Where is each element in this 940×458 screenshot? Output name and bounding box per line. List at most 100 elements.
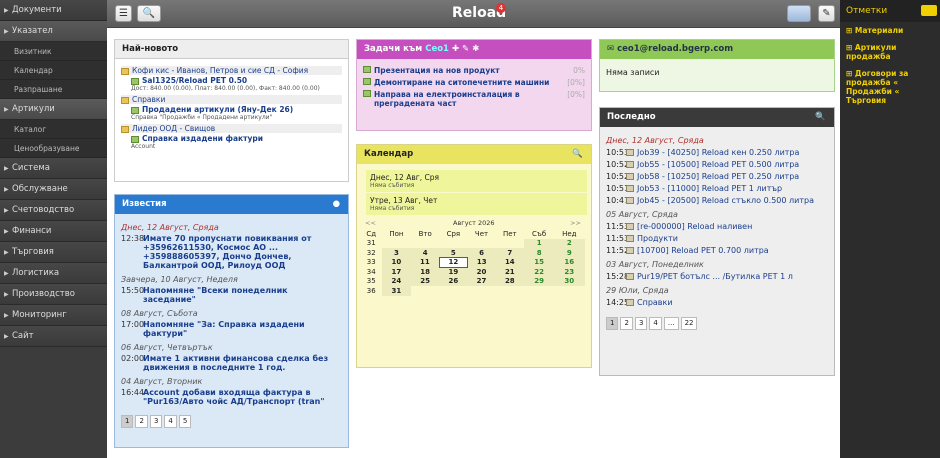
recent-link[interactable]: Job58 - [10250] Reload PET 0.250 литра: [637, 172, 799, 181]
notice-text[interactable]: Имате 1 активни финансова сделка без дви…: [143, 354, 342, 372]
calendar-day-cell[interactable]: 8: [524, 248, 555, 258]
calendar-day-cell[interactable]: 27: [467, 276, 496, 286]
recent-row[interactable]: 10:52 Job55 - [10500] Reload PET 0.500 ли…: [606, 160, 828, 169]
page-link[interactable]: 4: [164, 415, 177, 428]
notice-row[interactable]: 15:50 Напомняне "Всеки понеделник заседан…: [121, 286, 342, 304]
recent-link[interactable]: [10700] Reload PET 0.700 литра: [637, 246, 769, 255]
sidebar-subitem[interactable]: Разпрашане: [0, 80, 107, 99]
page-link[interactable]: 4: [649, 317, 662, 330]
recent-link[interactable]: Pur19/PET ботълс ... /Бутилка PET 1 л: [637, 272, 793, 281]
calendar-day-cell[interactable]: 13: [467, 257, 496, 267]
sidebar-item[interactable]: ▶ Мониторинг: [0, 305, 107, 326]
calendar-day-cell[interactable]: 31: [381, 286, 412, 296]
calendar-day-cell[interactable]: [554, 286, 584, 296]
sidebar-subitem[interactable]: Календар: [0, 61, 107, 80]
notice-row[interactable]: 02:00 Имате 1 активни финансова сделка бе…: [121, 354, 342, 372]
page-link[interactable]: 2: [135, 415, 148, 428]
news-item[interactable]: Справка издадени фактури: [121, 134, 342, 143]
page-link[interactable]: ...: [663, 317, 679, 330]
calendar-day[interactable]: Днес, 12 Авг, Сря Няма събития: [366, 170, 587, 192]
news-group[interactable]: Кофи кис - Иванов, Петров и сие СД - Соф…: [121, 66, 342, 75]
notice-text[interactable]: Напомняне "За: Справка издадени фактури": [143, 320, 342, 338]
calendar-day-cell[interactable]: [411, 239, 439, 249]
calendar-day-cell[interactable]: [439, 239, 468, 249]
sidebar-item[interactable]: ▶ Финанси: [0, 221, 107, 242]
calendar-day-cell[interactable]: [495, 239, 524, 249]
bookmark-item[interactable]: ⊞ Артикули продажба: [840, 39, 940, 65]
calendar-day-cell[interactable]: 19: [439, 267, 468, 277]
calendar-prev[interactable]: <<: [365, 219, 376, 227]
calendar-day-cell[interactable]: 4: [411, 248, 440, 258]
calendar-day-cell[interactable]: [382, 239, 412, 249]
recent-row[interactable]: 10:47 Job45 - [20500] Reload стъкло 0.500…: [606, 196, 828, 205]
sidebar-item[interactable]: ▶ Документи: [0, 0, 107, 21]
pin-icon[interactable]: ✎: [818, 5, 835, 22]
page-link[interactable]: 2: [620, 317, 633, 330]
recent-link[interactable]: [re-000000] Reload наливен: [637, 222, 752, 231]
calendar-day-cell[interactable]: 9: [554, 248, 585, 258]
notice-row[interactable]: 16:44 Account добави входяща фактура в "P…: [121, 388, 342, 406]
search-icon[interactable]: 🔍: [137, 5, 161, 22]
task-item[interactable]: Презентация на нов продукт 0%: [363, 66, 585, 75]
notice-row[interactable]: 17:00 Напомняне "За: Справка издадени фак…: [121, 320, 342, 338]
sidebar-item[interactable]: ▶ Производство: [0, 284, 107, 305]
calendar-day-cell[interactable]: [468, 286, 496, 296]
calendar-day-cell[interactable]: 3: [381, 248, 412, 258]
calendar-day-cell[interactable]: 26: [439, 276, 468, 286]
calendar-search-icon[interactable]: 🔍: [572, 145, 583, 164]
recent-link[interactable]: Справки: [637, 298, 673, 307]
notice-text[interactable]: Напомняне "Всеки понеделник заседание": [143, 286, 342, 304]
page-link[interactable]: 22: [680, 317, 698, 330]
recent-link[interactable]: Job55 - [10500] Reload PET 0.500 литра: [637, 160, 799, 169]
calendar-day-cell[interactable]: 21: [495, 267, 525, 277]
task-item[interactable]: Направа на електроинсталация в преграден…: [363, 90, 585, 108]
notice-text[interactable]: Account добави входяща фактура в "Pur163…: [143, 388, 342, 406]
calendar-day-cell[interactable]: 17: [381, 267, 412, 277]
calendar-day-cell[interactable]: 25: [411, 276, 440, 286]
task-text[interactable]: Демонтиране на ситопечетните машини: [374, 78, 561, 87]
calendar-day-cell[interactable]: 28: [495, 276, 525, 286]
recent-link[interactable]: Продукти: [637, 234, 678, 243]
bookmark-add-icon[interactable]: [921, 5, 937, 16]
calendar-day-cell[interactable]: 18: [411, 267, 440, 277]
sidebar-item[interactable]: ▶ Счетоводство: [0, 200, 107, 221]
calendar-day-cell[interactable]: 23: [554, 267, 585, 277]
recent-row[interactable]: 10:53 Job39 - [40250] Reload кен 0.250 ли…: [606, 148, 828, 157]
page-link[interactable]: 1: [121, 415, 134, 428]
sidebar-item[interactable]: ▶ Система: [0, 158, 107, 179]
calendar-day-cell[interactable]: 5: [439, 248, 468, 258]
calendar-day-cell[interactable]: [495, 286, 524, 296]
calendar-day-cell[interactable]: 10: [381, 257, 412, 267]
calendar-month[interactable]: Август 2026: [453, 219, 495, 227]
sidebar-item[interactable]: ▶ Сайт: [0, 326, 107, 347]
bookmark-item[interactable]: ⊞ Материали: [840, 22, 940, 39]
news-item[interactable]: Sal1325/Reload PET 0.50: [121, 76, 342, 85]
sidebar-item[interactable]: ▶ Указател: [0, 21, 107, 42]
page-link[interactable]: 1: [606, 317, 619, 330]
avatar[interactable]: [787, 5, 811, 22]
news-item[interactable]: Продадени артикули (Яну-Дек 26): [121, 105, 342, 114]
calendar-day-cell[interactable]: 30: [554, 276, 585, 286]
calendar-day-cell[interactable]: 1: [524, 238, 555, 248]
recent-row[interactable]: 11:53 Продукти: [606, 234, 828, 243]
news-group[interactable]: Справки: [121, 95, 342, 104]
task-item[interactable]: Демонтиране на ситопечетните машини [0%]: [363, 78, 585, 87]
recent-row[interactable]: 10:52 Job58 - [10250] Reload PET 0.250 ли…: [606, 172, 828, 181]
calendar-day-cell[interactable]: 6: [467, 248, 496, 258]
sidebar-item[interactable]: ▶ Търговия: [0, 242, 107, 263]
menu-icon[interactable]: ☰: [115, 5, 132, 22]
calendar-day-cell[interactable]: 22: [524, 267, 555, 277]
task-text[interactable]: Направа на електроинсталация в преграден…: [374, 90, 561, 108]
sidebar-subitem[interactable]: Ценообразуване: [0, 139, 107, 158]
calendar-next[interactable]: >>: [570, 219, 581, 227]
calendar-day-cell[interactable]: [468, 239, 496, 249]
calendar-day-cell[interactable]: [411, 286, 439, 296]
recent-search-icon[interactable]: 🔍: [815, 108, 826, 127]
calendar-day-cell[interactable]: 11: [411, 257, 440, 267]
page-link[interactable]: 5: [178, 415, 192, 428]
calendar-day-cell[interactable]: [524, 286, 554, 296]
calendar-day-cell[interactable]: 12: [438, 257, 469, 268]
recent-link[interactable]: Job39 - [40250] Reload кен 0.250 литра: [637, 148, 799, 157]
page-link[interactable]: 3: [149, 415, 163, 428]
sidebar-item[interactable]: ▶ Обслужване: [0, 179, 107, 200]
